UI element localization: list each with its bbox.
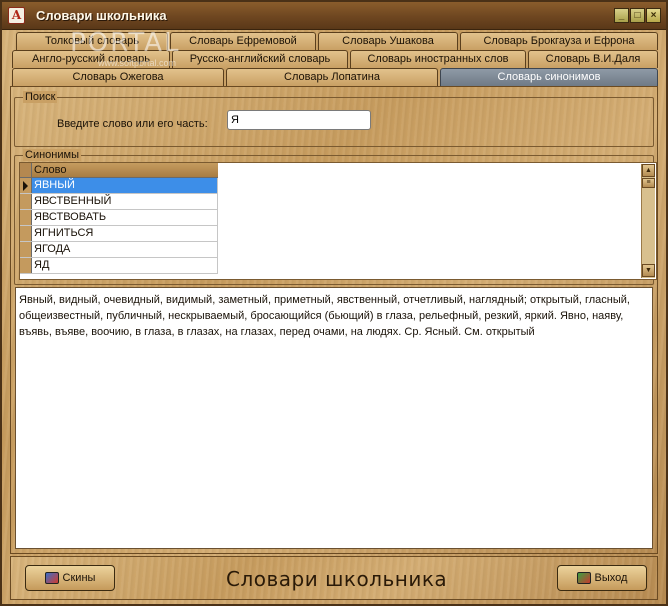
synonyms-page: Поиск Введите слово или его часть: Синон… [10, 86, 658, 554]
word-cell[interactable]: ЯВНЫЙ [32, 178, 218, 193]
table-row[interactable]: ЯВНЫЙ [20, 178, 218, 194]
skins-button[interactable]: Скины [25, 565, 115, 591]
skins-icon [44, 572, 59, 585]
arrow-down-icon[interactable]: ▼ [642, 264, 655, 277]
synonyms-grid: Слово ЯВНЫЙ ЯВСТВЕННЫЙ ЯВСТВОВАТЬ ЯГНИТЬ… [20, 163, 218, 274]
tab-russko-anglijskij[interactable]: Русско-английский словарь [172, 50, 348, 68]
table-row[interactable]: ЯД [20, 258, 218, 274]
table-row[interactable]: ЯВСТВЕННЫЙ [20, 194, 218, 210]
row-indicator [20, 178, 32, 193]
search-input[interactable] [227, 110, 371, 130]
row-indicator [20, 210, 32, 225]
grid-indicator-header [20, 163, 32, 177]
book-icon: А [8, 7, 25, 24]
tab-dal[interactable]: Словарь В.И.Даля [528, 50, 658, 68]
word-cell[interactable]: ЯГОДА [32, 242, 218, 257]
app-window: А Словари школьника _ □ × Толковый слова… [0, 0, 668, 606]
table-row[interactable]: ЯГОДА [20, 242, 218, 258]
minimize-button[interactable]: _ [614, 8, 629, 23]
exit-label: Выход [594, 572, 628, 584]
word-cell[interactable]: ЯВСТВЕННЫЙ [32, 194, 218, 209]
arrow-up-icon[interactable]: ▲ [642, 164, 655, 177]
minimize-icon: _ [618, 10, 625, 21]
word-cell[interactable]: ЯГНИТЬСЯ [32, 226, 218, 241]
close-icon: × [650, 10, 657, 21]
tab-row-3: Словарь Ожегова Словарь Лопатина Словарь… [10, 68, 660, 86]
watermark-url: www.softportal.com [98, 58, 177, 68]
maximize-button[interactable]: □ [630, 8, 645, 23]
title-bar[interactable]: А Словари школьника _ □ × [2, 2, 666, 30]
tab-sinonimy[interactable]: Словарь синонимов [440, 68, 658, 86]
tab-ushakov[interactable]: Словарь Ушакова [318, 32, 458, 50]
close-button[interactable]: × [646, 8, 661, 23]
tab-ozhegov[interactable]: Словарь Ожегова [12, 68, 224, 86]
search-group: Поиск Введите слово или его часть: [14, 91, 654, 147]
row-indicator [20, 226, 32, 241]
definition-text[interactable]: Явный, видный, очевидный, видимый, замет… [15, 287, 653, 549]
tab-row-1: Толковый словарь Словарь Ефремовой Слова… [10, 32, 660, 50]
bottom-bar: Скины Словари школьника Выход [10, 556, 658, 600]
row-indicator [20, 258, 32, 273]
table-row[interactable]: ЯГНИТЬСЯ [20, 226, 218, 242]
search-field-label: Введите слово или его часть: [57, 118, 208, 130]
maximize-icon: □ [634, 10, 641, 21]
row-indicator [20, 242, 32, 257]
synonyms-group: Синонимы Слово ЯВНЫЙ ЯВСТВЕННЫЙ ЯВСТВОВА… [14, 149, 657, 285]
search-group-label: Поиск [23, 91, 58, 103]
vertical-scrollbar[interactable]: ▲ ≡ ▼ [641, 164, 655, 278]
skins-label: Скины [62, 572, 96, 584]
tab-inostrannye-slova[interactable]: Словарь иностранных слов [350, 50, 526, 68]
word-cell[interactable]: ЯВСТВОВАТЬ [32, 210, 218, 225]
tab-tolkovyj[interactable]: Толковый словарь [16, 32, 168, 50]
tab-lopatin[interactable]: Словарь Лопатина [226, 68, 438, 86]
column-header-word[interactable]: Слово [32, 163, 66, 177]
window-title: Словари школьника [36, 8, 167, 23]
synonyms-list-panel: Слово ЯВНЫЙ ЯВСТВЕННЫЙ ЯВСТВОВАТЬ ЯГНИТЬ… [19, 162, 657, 280]
row-indicator [20, 194, 32, 209]
footer-title: Словари школьника [226, 567, 448, 591]
tab-efremova[interactable]: Словарь Ефремовой [170, 32, 316, 50]
synonyms-group-label: Синонимы [23, 149, 81, 161]
tab-brockhaus[interactable]: Словарь Брокгауза и Ефрона [460, 32, 658, 50]
table-row[interactable]: ЯВСТВОВАТЬ [20, 210, 218, 226]
grid-header: Слово [20, 163, 218, 178]
word-cell[interactable]: ЯД [32, 258, 218, 273]
triangle-right-icon [23, 181, 28, 191]
exit-icon [576, 572, 591, 585]
exit-button[interactable]: Выход [557, 565, 647, 591]
scroll-thumb[interactable]: ≡ [642, 178, 655, 188]
